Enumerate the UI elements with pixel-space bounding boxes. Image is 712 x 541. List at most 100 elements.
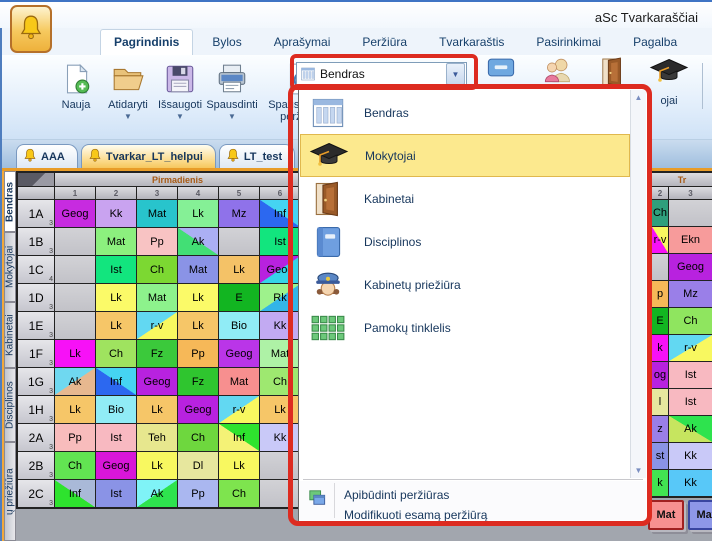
lesson-cell[interactable]: Ist [96, 256, 136, 283]
lesson-cell[interactable]: Fz [178, 368, 218, 395]
ribbon-tab-pasirinkimai[interactable]: Pasirinkimai [523, 30, 614, 55]
lesson-cell[interactable]: Ak [55, 368, 95, 395]
nauja-button[interactable]: Nauja [50, 59, 102, 113]
lesson-cell[interactable]: Kk [260, 424, 300, 451]
lesson-cell[interactable]: Geog [260, 256, 300, 283]
lesson-cell[interactable]: Ist [669, 389, 712, 415]
view-option-kabinet-prie-i-ra[interactable]: Kabinetų priežiūra [300, 263, 630, 306]
view-option-pamok-tinklelis[interactable]: Pamokų tinklelis [300, 306, 630, 349]
empty-cell[interactable] [55, 256, 95, 283]
vertical-tab-kabinetai[interactable]: Kabinetai [4, 302, 16, 368]
lesson-cell[interactable]: Geog [178, 396, 218, 423]
lesson-cell[interactable]: Lk [178, 284, 218, 311]
document-tab-aaa[interactable]: AAA [16, 144, 78, 168]
empty-cell[interactable] [260, 452, 300, 479]
lesson-cell[interactable]: Bio [96, 396, 136, 423]
lesson-cell[interactable]: Kk [669, 443, 712, 469]
view-option-bendras[interactable]: Bendras [300, 91, 630, 134]
lesson-cell[interactable]: Geog [55, 200, 95, 227]
lesson-cell[interactable]: Dl [178, 452, 218, 479]
lesson-cell[interactable]: Lk [55, 340, 95, 367]
lesson-cell[interactable]: Pp [55, 424, 95, 451]
dropdown-scrollbar[interactable]: ▲ ▼ [630, 90, 646, 478]
lesson-cell[interactable]: Inf [260, 200, 300, 227]
lesson-cell[interactable]: Lk [260, 396, 300, 423]
ribbon-tab-tvarkara-tis[interactable]: Tvarkaraštis [426, 30, 517, 55]
lesson-cell[interactable]: Inf [96, 368, 136, 395]
lesson-cell[interactable]: Lk [137, 452, 177, 479]
unplaced-lesson-card[interactable]: Mat [688, 500, 712, 530]
lesson-cell[interactable]: Lk [178, 312, 218, 339]
define-views-command[interactable]: Apibūdinti peržiūras [344, 488, 449, 502]
dropdown-arrow-icon[interactable]: ▼ [176, 112, 184, 121]
lesson-cell[interactable]: Lk [178, 200, 218, 227]
lesson-cell[interactable]: Fz [137, 340, 177, 367]
lesson-cell[interactable]: Pp [178, 480, 218, 507]
lesson-cell[interactable]: Ch [178, 424, 218, 451]
vertical-tab-mokytojai[interactable]: Mokytojai [4, 232, 16, 302]
view-select-combobox[interactable]: Bendras ▼ [296, 62, 467, 86]
empty-cell[interactable] [260, 480, 300, 507]
ribbon-tab-per-i-ra[interactable]: Peržiūra [349, 30, 420, 55]
empty-cell[interactable] [219, 228, 259, 255]
lesson-cell[interactable]: Ch [96, 340, 136, 367]
lesson-cell[interactable]: k [652, 470, 668, 496]
lesson-cell[interactable]: Lk [219, 256, 259, 283]
lesson-cell[interactable]: Geog [137, 368, 177, 395]
lesson-cell[interactable]: Inf [55, 480, 95, 507]
lesson-cell[interactable]: Geog [669, 254, 712, 280]
empty-cell[interactable] [55, 228, 95, 255]
lesson-cell[interactable]: Kk [96, 200, 136, 227]
empty-cell[interactable] [55, 284, 95, 311]
lesson-cell[interactable]: Lk [137, 396, 177, 423]
lesson-cell[interactable]: Lk [96, 312, 136, 339]
lesson-cell[interactable]: r-v [137, 312, 177, 339]
lesson-cell[interactable]: Kk [260, 312, 300, 339]
lesson-cell[interactable]: Geog [96, 452, 136, 479]
dropdown-arrow-icon[interactable]: ▼ [124, 112, 132, 121]
lesson-cell[interactable]: Mat [137, 200, 177, 227]
lesson-cell[interactable]: Ch [260, 368, 300, 395]
lesson-cell[interactable]: Mat [219, 368, 259, 395]
view-option-disciplinos[interactable]: Disciplinos [300, 220, 630, 263]
ojai-button[interactable]: ojai [646, 57, 692, 107]
view-option-kabinetai[interactable]: Kabinetai [300, 177, 630, 220]
lesson-cell[interactable]: p [652, 281, 668, 307]
lesson-cell[interactable]: og [652, 362, 668, 388]
lesson-cell[interactable]: Inf [219, 424, 259, 451]
lesson-cell[interactable]: E [219, 284, 259, 311]
lesson-cell[interactable]: Bio [219, 312, 259, 339]
lesson-cell[interactable]: Ekn [669, 227, 712, 253]
lesson-cell[interactable]: Lk [55, 396, 95, 423]
lesson-cell[interactable]: Teh [137, 424, 177, 451]
lesson-cell[interactable]: Mz [219, 200, 259, 227]
vertical-tab-disciplinos[interactable]: Disciplinos [4, 368, 16, 442]
lesson-cell[interactable]: Mat [260, 340, 300, 367]
lesson-cell[interactable]: r-v [219, 396, 259, 423]
spausdinti-button[interactable]: Spausdinti▼ [206, 59, 258, 123]
lesson-cell[interactable]: Ist [96, 424, 136, 451]
lesson-cell[interactable]: r-v [652, 227, 668, 253]
lesson-cell[interactable]: Ch [652, 200, 668, 226]
lesson-cell[interactable]: Ch [137, 256, 177, 283]
lesson-cell[interactable]: Ch [669, 308, 712, 334]
lesson-cell[interactable]: Ch [55, 452, 95, 479]
lesson-cell[interactable]: r-v [669, 335, 712, 361]
lesson-cell[interactable]: l [652, 389, 668, 415]
atidaryti-button[interactable]: Atidaryti▼ [102, 59, 154, 123]
card-button[interactable] [478, 57, 524, 87]
lesson-cell[interactable]: Ist [260, 228, 300, 255]
lesson-cell[interactable]: Pp [137, 228, 177, 255]
lesson-cell[interactable]: Ch [219, 480, 259, 507]
scroll-up-arrow-icon[interactable]: ▲ [631, 90, 646, 105]
lesson-cell[interactable]: Ak [137, 480, 177, 507]
ribbon-tab-bylos[interactable]: Bylos [199, 30, 254, 55]
lesson-cell[interactable]: Ist [669, 362, 712, 388]
dropdown-arrow-icon[interactable]: ▼ [228, 112, 236, 121]
modify-current-view-command[interactable]: Modifikuoti esamą peržiūrą [344, 508, 487, 522]
app-menu-button[interactable] [10, 5, 52, 53]
i-saugoti-button[interactable]: Išsaugoti▼ [154, 59, 206, 123]
lesson-cell[interactable]: E [652, 308, 668, 334]
lesson-cell[interactable]: Ist [96, 480, 136, 507]
lesson-cell[interactable]: Mat [96, 228, 136, 255]
